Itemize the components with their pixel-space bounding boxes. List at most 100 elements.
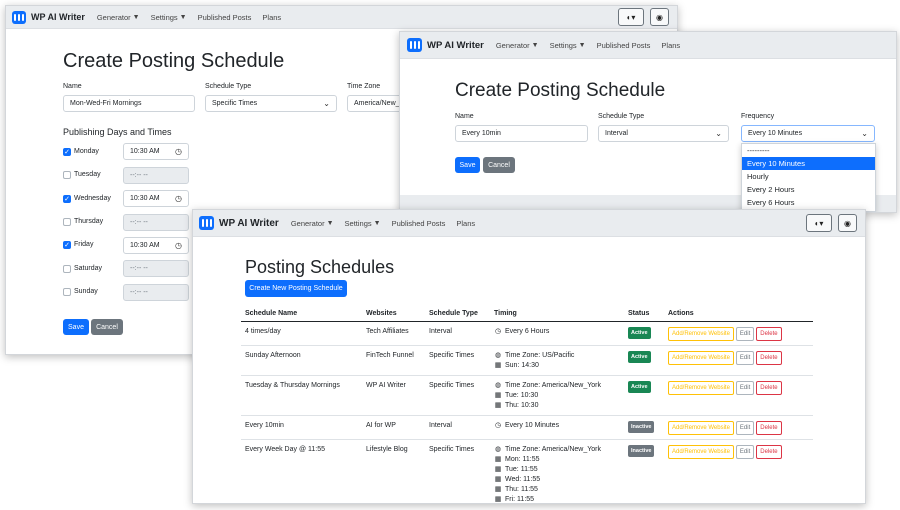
- page-title: Posting Schedules: [245, 257, 395, 277]
- nav-generator-label: Generator: [495, 40, 530, 50]
- add-remove-website-button[interactable]: Add/Remove Website: [668, 421, 734, 435]
- delete-button[interactable]: Delete: [756, 421, 782, 435]
- nav-published-posts[interactable]: Published Posts: [392, 219, 446, 228]
- globe-icon: ◍: [494, 446, 502, 453]
- table-body: 4 times/day Tech Affiliates Interval ◷ Every…: [241, 321, 813, 503]
- name-input[interactable]: Every 10min: [455, 125, 588, 142]
- checkbox-monday[interactable]: ✓: [63, 148, 71, 156]
- day-label: Thursday: [74, 218, 104, 225]
- delete-button[interactable]: Delete: [756, 327, 782, 341]
- schedule-type-cell: Interval: [425, 415, 490, 440]
- nav-settings[interactable]: Settings ▼: [345, 219, 381, 228]
- nav-plans[interactable]: Plans: [661, 41, 680, 50]
- checkbox-tuesday[interactable]: [63, 171, 71, 179]
- add-remove-website-button[interactable]: Add/Remove Website: [668, 445, 734, 459]
- checkbox-wednesday[interactable]: ✓: [63, 195, 71, 203]
- delete-button[interactable]: Delete: [756, 381, 782, 395]
- edit-button[interactable]: Edit: [735, 445, 755, 459]
- add-remove-website-button[interactable]: Add/Remove Website: [668, 351, 734, 365]
- status-cell: Inactive: [624, 415, 664, 440]
- nav-published-posts[interactable]: Published Posts: [597, 41, 651, 50]
- delete-button[interactable]: Delete: [756, 351, 782, 365]
- website-cell: Tech Affiliates: [362, 321, 425, 346]
- edit-button[interactable]: Edit: [735, 421, 755, 435]
- schedule-type-select[interactable]: Specific Times ⌄: [205, 95, 337, 112]
- timing-text: Thu: 10:30: [505, 402, 539, 409]
- theme-toggle-button[interactable]: ◐▾: [618, 8, 644, 26]
- nav-generator[interactable]: Generator ▼: [496, 41, 539, 50]
- frequency-option[interactable]: ---------: [742, 144, 875, 157]
- add-remove-website-button[interactable]: Add/Remove Website: [668, 381, 734, 395]
- brand[interactable]: WP AI Writer: [199, 216, 279, 230]
- schedule-name-cell: Sunday Afternoon: [241, 345, 362, 376]
- day-label: Wednesday: [74, 195, 111, 202]
- calendar-icon: ▦: [494, 496, 502, 503]
- calendar-icon: ▦: [494, 486, 502, 493]
- frequency-option[interactable]: Hourly: [742, 170, 875, 183]
- time-input-saturday[interactable]: --:-- --: [123, 260, 189, 277]
- user-menu-button[interactable]: ◉: [650, 8, 669, 26]
- schedule-name-cell: 4 times/day: [241, 321, 362, 346]
- name-input-value: Every 10min: [462, 130, 501, 137]
- website-cell: AI for WP: [362, 415, 425, 440]
- frequency-select[interactable]: Every 10 Minutes ⌄: [741, 125, 875, 142]
- caret-down-icon: ▼: [578, 41, 586, 49]
- frequency-option-selected[interactable]: Every 10 Minutes: [742, 157, 875, 170]
- time-input-tuesday[interactable]: --:-- --: [123, 167, 189, 184]
- col-schedule-type: Schedule Type: [425, 306, 490, 322]
- nav-generator[interactable]: Generator ▼: [97, 13, 140, 22]
- edit-button[interactable]: Edit: [735, 381, 755, 395]
- checkbox-saturday[interactable]: [63, 265, 71, 273]
- user-icon: ◉: [656, 12, 663, 22]
- cancel-button[interactable]: Cancel: [91, 319, 123, 335]
- save-button[interactable]: Save: [63, 319, 89, 335]
- time-input-monday[interactable]: 10:30 AM ◷: [123, 143, 189, 160]
- time-input-friday[interactable]: 10:30 AM ◷: [123, 237, 189, 254]
- time-input-wednesday[interactable]: 10:30 AM ◷: [123, 190, 189, 207]
- schedule-type-select[interactable]: Interval ⌄: [598, 125, 729, 142]
- edit-button[interactable]: Edit: [735, 327, 755, 341]
- frequency-option[interactable]: Every 6 Hours: [742, 196, 875, 209]
- timing-line: ◷ Every 6 Hours: [494, 327, 620, 337]
- theme-toggle-button[interactable]: ◐▾: [806, 214, 832, 232]
- user-menu-button[interactable]: ◉: [838, 214, 857, 232]
- table-row: Tuesday & Thursday Mornings WP AI Writer S…: [241, 375, 813, 416]
- create-schedule-window-interval: WP AI Writer Generator ▼ Settings ▼ Publis…: [399, 31, 897, 213]
- nav-plans[interactable]: Plans: [262, 13, 281, 22]
- create-new-schedule-button[interactable]: Create New Posting Schedule: [245, 280, 347, 297]
- save-button[interactable]: Save: [455, 157, 480, 173]
- nav-settings[interactable]: Settings ▼: [151, 13, 187, 22]
- checkbox-friday[interactable]: ✓: [63, 241, 71, 249]
- checkbox-sunday[interactable]: [63, 288, 71, 296]
- edit-button[interactable]: Edit: [735, 351, 755, 365]
- cancel-button[interactable]: Cancel: [483, 157, 515, 173]
- delete-button[interactable]: Delete: [756, 445, 782, 459]
- timing-text: Sun: 14:30: [505, 362, 539, 369]
- time-zone-select[interactable]: America/New_Y: [347, 95, 407, 112]
- clock-icon: ◷: [494, 422, 502, 429]
- calendar-icon: ▦: [494, 392, 502, 399]
- time-input-thursday[interactable]: --:-- --: [123, 214, 189, 231]
- day-label: Friday: [74, 241, 94, 248]
- time-input-sunday[interactable]: --:-- --: [123, 284, 189, 301]
- calendar-icon: ▦: [494, 402, 502, 409]
- add-remove-website-button[interactable]: Add/Remove Website: [668, 327, 734, 341]
- checkbox-thursday[interactable]: [63, 218, 71, 226]
- frequency-option[interactable]: Every 2 Hours: [742, 183, 875, 196]
- clock-icon: ◷: [494, 328, 502, 335]
- nav-settings[interactable]: Settings ▼: [550, 41, 586, 50]
- nav-plans[interactable]: Plans: [456, 219, 475, 228]
- caret-down-icon: ▼: [179, 13, 187, 21]
- nav-published-posts[interactable]: Published Posts: [198, 13, 252, 22]
- status-cell: Active: [624, 345, 664, 376]
- day-label: Monday: [74, 148, 99, 155]
- nav-generator[interactable]: Generator ▼: [291, 219, 334, 228]
- status-badge: Active: [628, 381, 651, 393]
- brand[interactable]: WP AI Writer: [12, 10, 85, 24]
- timing-line: ▦ Mon: 11:55: [494, 455, 620, 465]
- timing-line: ▦ Tue: 10:30: [494, 391, 620, 401]
- brand[interactable]: WP AI Writer: [407, 38, 484, 52]
- logo-icon: [407, 38, 422, 52]
- name-input[interactable]: Mon-Wed-Fri Mornings: [63, 95, 195, 112]
- clock-icon: ◷: [175, 241, 182, 250]
